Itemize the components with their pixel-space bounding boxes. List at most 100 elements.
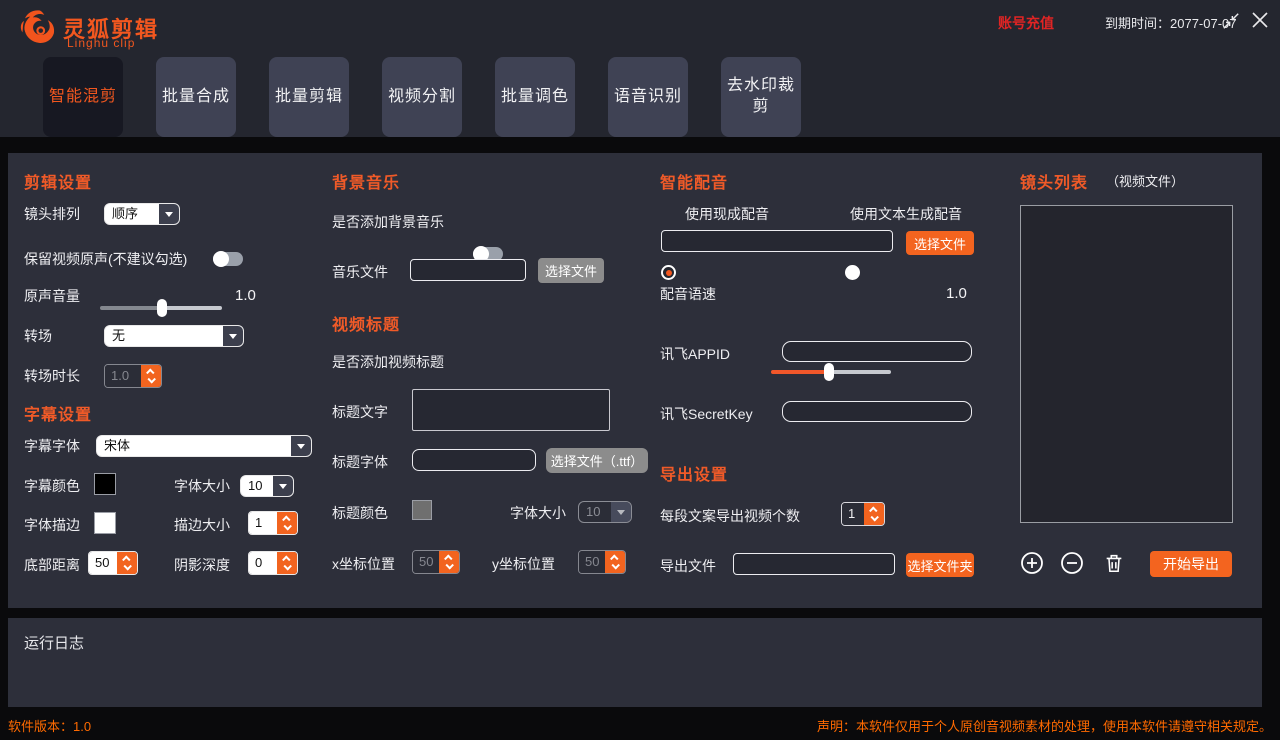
xunfei-appid-input[interactable] [782, 341, 972, 362]
dub-speed-slider-handle[interactable] [824, 363, 834, 381]
chevron-down-icon [611, 502, 631, 522]
start-export-button[interactable]: 开始导出 [1150, 551, 1232, 577]
shot-list-box[interactable] [1020, 205, 1233, 523]
tab-speech-recognize[interactable]: 语音识别 [608, 57, 688, 137]
export-settings-heading: 导出设置 [660, 461, 728, 485]
transition-label: 转场 [24, 325, 52, 347]
volume-slider-handle[interactable] [157, 299, 167, 317]
shot-order-select[interactable]: 顺序 [104, 203, 180, 225]
radio-tts-dub-label: 使用文本生成配音 [850, 203, 962, 225]
chevron-down-icon [159, 204, 179, 224]
dub-speed-label: 配音语速 [660, 283, 716, 305]
export-file-label: 导出文件 [660, 555, 716, 577]
add-bgm-label: 是否添加背景音乐 [332, 211, 444, 233]
title-y-label: y坐标位置 [492, 553, 555, 575]
trash-icon[interactable] [1103, 552, 1125, 579]
subtitle-color-label: 字幕颜色 [24, 475, 80, 497]
subtitle-font-value: 宋体 [97, 436, 291, 456]
transition-select[interactable]: 无 [104, 325, 244, 347]
title-x-label: x坐标位置 [332, 553, 395, 575]
transition-duration-value: 1.0 [105, 365, 141, 387]
title-text-area[interactable] [412, 389, 610, 431]
dub-speed-slider[interactable] [771, 363, 891, 381]
expire-time-text: 到期时间：2077-07-07 [1105, 13, 1237, 32]
volume-slider[interactable] [100, 299, 222, 317]
run-log-panel: 运行日志 [8, 618, 1262, 707]
radio-existing-dub[interactable] [661, 265, 676, 280]
subtitle-font-select[interactable]: 宋体 [96, 435, 312, 457]
title-font-input[interactable] [412, 449, 536, 471]
chevron-down-icon [223, 326, 243, 346]
spinner-arrows-icon[interactable] [605, 551, 625, 573]
version-text: 软件版本：1.0 [8, 716, 91, 735]
statement-text: 声明：本软件仅用于个人原创音视频素材的处理，使用本软件请遵守相关规定。 [817, 716, 1272, 735]
keep-audio-toggle[interactable] [213, 252, 243, 266]
export-count-label: 每段文案导出视频个数 [660, 505, 800, 527]
run-log-heading: 运行日志 [24, 632, 84, 653]
export-file-input[interactable] [733, 553, 895, 575]
shot-order-label: 镜头排列 [24, 203, 80, 225]
transition-duration-label: 转场时长 [24, 365, 80, 387]
stroke-size-spinner[interactable]: 1 [248, 511, 298, 535]
shadow-depth-spinner[interactable]: 0 [248, 551, 298, 575]
export-count-spinner[interactable]: 1 [841, 502, 885, 526]
title-color-swatch[interactable] [412, 500, 432, 520]
title-y-spinner[interactable]: 50 [578, 550, 626, 574]
title-bar: 灵狐剪辑 Linghu clip 账号充值 到期时间：2077-07-07 智能… [0, 0, 1280, 137]
tab-batch-edit[interactable]: 批量剪辑 [269, 57, 349, 137]
chevron-down-icon [291, 436, 311, 456]
font-stroke-color-swatch[interactable] [94, 512, 116, 534]
shot-list-subheading: （视频文件） [1106, 171, 1184, 193]
dubbing-heading: 智能配音 [660, 169, 728, 193]
tab-batch-compose[interactable]: 批量合成 [156, 57, 236, 137]
stroke-size-value: 1 [249, 512, 277, 534]
volume-label: 原声音量 [24, 285, 80, 307]
subtitle-color-swatch[interactable] [94, 473, 116, 495]
font-stroke-label: 字体描边 [24, 514, 80, 536]
tab-smart-mix[interactable]: 智能混剪 [43, 57, 123, 137]
xunfei-appid-label: 讯飞APPID [660, 343, 730, 365]
shadow-depth-label: 阴影深度 [174, 554, 230, 576]
app-logo-icon [18, 7, 60, 49]
minimize-icon[interactable] [1220, 10, 1242, 32]
music-file-label: 音乐文件 [332, 261, 388, 283]
bottom-distance-spinner[interactable]: 50 [88, 551, 138, 575]
dub-file-input[interactable] [661, 230, 893, 252]
spinner-arrows-icon[interactable] [117, 552, 137, 574]
spinner-arrows-icon[interactable] [277, 552, 297, 574]
subtitle-settings-heading: 字幕设置 [24, 401, 92, 425]
title-size-select[interactable]: 10 [578, 501, 632, 523]
shot-order-value: 顺序 [105, 204, 159, 224]
keep-audio-label: 保留视频原声(不建议勾选) [24, 248, 187, 270]
title-x-spinner[interactable]: 50 [412, 550, 460, 574]
app-subtitle: Linghu clip [67, 36, 135, 50]
choose-export-folder-button[interactable]: 选择文件夹 [906, 553, 974, 577]
choose-music-file-button[interactable]: 选择文件 [538, 258, 604, 283]
spinner-arrows-icon[interactable] [864, 503, 884, 525]
tab-watermark-crop[interactable]: 去水印裁剪 [721, 57, 801, 137]
subtitle-size-label: 字体大小 [174, 475, 230, 497]
choose-ttf-button[interactable]: 选择文件（.ttf） [546, 448, 648, 473]
spinner-arrows-icon[interactable] [277, 512, 297, 534]
tab-video-split[interactable]: 视频分割 [382, 57, 462, 137]
xunfei-secret-input[interactable] [782, 401, 972, 422]
title-size-value: 10 [579, 502, 611, 522]
account-recharge-link[interactable]: 账号充值 [998, 13, 1054, 33]
export-count-value: 1 [842, 503, 864, 525]
choose-dub-file-button[interactable]: 选择文件 [906, 231, 974, 255]
subtitle-font-label: 字幕字体 [24, 435, 80, 457]
stroke-size-label: 描边大小 [174, 514, 230, 536]
subtitle-size-select[interactable]: 10 [240, 475, 294, 497]
tab-batch-color[interactable]: 批量调色 [495, 57, 575, 137]
video-title-heading: 视频标题 [332, 311, 400, 335]
volume-value: 1.0 [235, 287, 256, 305]
add-shot-button[interactable] [1020, 551, 1044, 580]
radio-tts-dub[interactable] [845, 265, 860, 280]
transition-duration-spinner[interactable]: 1.0 [104, 364, 162, 388]
title-size-label: 字体大小 [510, 502, 566, 524]
spinner-arrows-icon[interactable] [141, 365, 161, 387]
remove-shot-button[interactable] [1060, 551, 1084, 580]
music-file-input[interactable] [410, 259, 526, 281]
spinner-arrows-icon[interactable] [439, 551, 459, 573]
close-icon[interactable] [1248, 8, 1272, 32]
